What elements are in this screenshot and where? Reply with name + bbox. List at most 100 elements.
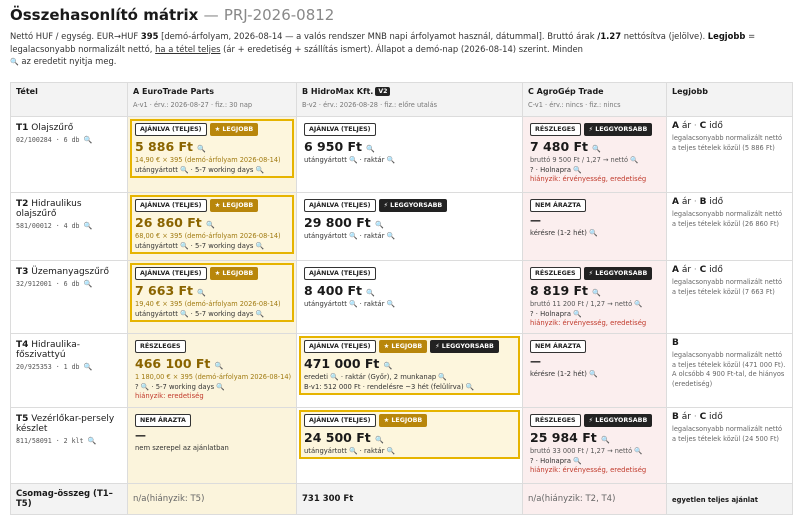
- offer-cell-b[interactable]: AJÁNLVA (TELJES) 8 400 Ft 🔍 utángyártott 🔍…: [296, 260, 523, 334]
- magnifier-icon[interactable]: 🔍: [592, 145, 601, 153]
- best-badge: ★ LEGJOBB: [209, 199, 259, 212]
- table-row: T4 Hidraulika-főszivattyú 20/925353 · 1 d…: [10, 333, 793, 408]
- magnifier-icon[interactable]: 🔍: [592, 289, 601, 297]
- magnifier-icon: 🔍: [10, 58, 19, 66]
- normalized-price: 7 480 Ft 🔍: [530, 139, 602, 154]
- offer-cell-a[interactable]: AJÁNLVA (TELJES) ★ LEGJOBB 26 860 Ft 🔍 68,0…: [127, 192, 297, 261]
- offer-detail-line: nem szerepel az ajánlatban: [135, 444, 229, 452]
- price-detail: 68,00 € × 395 (demó-árfolyam 2026-08-14): [135, 232, 281, 240]
- price-detail: bruttó 9 500 Ft / 1,27 → nettó 🔍: [530, 156, 639, 164]
- best-summary: B: [672, 338, 679, 348]
- best-summary: A ár · C idő: [672, 265, 723, 275]
- normalized-price: 471 000 Ft 🔍: [304, 356, 393, 371]
- magnifier-icon[interactable]: 🔍: [84, 280, 93, 288]
- status-badge: AJÁNLVA (TELJES): [304, 267, 376, 280]
- best-cell: A ár · C idő legalacsonyabb normalizált n…: [666, 116, 793, 193]
- magnifier-icon[interactable]: 🔍: [84, 136, 93, 144]
- package-total-b: 731 300 Ft: [302, 494, 354, 504]
- col-header-supplier-b[interactable]: B HidroMax Kft. V2 B-v2 · érv.: 2026-08-2…: [296, 82, 523, 117]
- magnifier-icon[interactable]: 🔍: [366, 289, 375, 297]
- missing-info-warning: hiányzik: érvényesség, eredetiség: [530, 175, 647, 183]
- no-price: —: [135, 429, 146, 442]
- best-badge: ★ LEGJOBB: [378, 340, 428, 353]
- offer-detail-line: kérésre (1-2 hét) 🔍: [530, 370, 598, 378]
- item-code: 02/100284 · 6 db 🔍: [16, 136, 93, 144]
- item-name: T5 Vezérlőkar-persely készlet: [16, 414, 115, 434]
- offer-cell-a[interactable]: RÉSZLEGES 466 100 Ft 🔍 1 180,00 € × 395 (d…: [127, 333, 297, 408]
- offer-box: NEM ÁRAZTA — kérésre (1-2 hét) 🔍: [525, 195, 664, 241]
- best-description: legalacsonyabb normalizált nettó a telje…: [672, 351, 786, 388]
- comparison-table: Tétel A EuroTrade Parts A-v1 · érv.: 202…: [10, 82, 793, 515]
- best-summary: B ár · C idő: [672, 412, 723, 422]
- best-description: legalacsonyabb normalizált nettó a telje…: [672, 210, 783, 228]
- offer-detail-line: utángyártott 🔍 · raktár 🔍: [304, 156, 396, 164]
- fastest-badge: ⚡ LEGGYORSABB: [583, 123, 653, 136]
- offer-cell-b[interactable]: AJÁNLVA (TELJES) ★ LEGJOBB 24 500 Ft 🔍 után…: [296, 407, 523, 484]
- badge-row: AJÁNLVA (TELJES) ⚡ LEGGYORSABB: [304, 199, 515, 212]
- magnifier-icon[interactable]: 🔍: [601, 436, 610, 444]
- offer-box: NEM ÁRAZTA — kérésre (1-2 hét) 🔍: [525, 336, 664, 382]
- offer-cell-c[interactable]: RÉSZLEGES ⚡ LEGGYORSABB 8 819 Ft 🔍 bruttó 1…: [522, 260, 667, 334]
- offer-box: AJÁNLVA (TELJES) ⚡ LEGGYORSABB 29 800 Ft 🔍…: [299, 195, 520, 244]
- offer-cell-b[interactable]: AJÁNLVA (TELJES) 6 950 Ft 🔍 utángyártott 🔍…: [296, 116, 523, 193]
- item-code: 32/912001 · 6 db 🔍: [16, 280, 93, 288]
- offer-detail-line: eredeti 🔍 · raktár (Győr), 2 munkanap 🔍: [304, 373, 447, 381]
- badge-row: AJÁNLVA (TELJES): [304, 123, 515, 136]
- item-cell: T2 Hidraulikus olajszűrő 581/00012 · 4 db…: [10, 192, 128, 261]
- normalized-price: 29 800 Ft 🔍: [304, 215, 384, 230]
- col-header-supplier-a[interactable]: A EuroTrade Parts A-v1 · érv.: 2026-08-2…: [127, 82, 297, 117]
- offer-cell-b[interactable]: AJÁNLVA (TELJES) ⚡ LEGGYORSABB 29 800 Ft 🔍…: [296, 192, 523, 261]
- offer-cell-a[interactable]: AJÁNLVA (TELJES) ★ LEGJOBB 7 663 Ft 🔍 19,40…: [127, 260, 297, 334]
- offer-cell-c[interactable]: RÉSZLEGES ⚡ LEGGYORSABB 25 984 Ft 🔍 bruttó …: [522, 407, 667, 484]
- offer-cell-c[interactable]: NEM ÁRAZTA — kérésre (1-2 hét) 🔍: [522, 192, 667, 261]
- offer-detail-line: utángyártott 🔍 · 5-7 working days 🔍: [135, 310, 265, 318]
- offer-box: RÉSZLEGES 466 100 Ft 🔍 1 180,00 € × 395 (d…: [130, 336, 294, 404]
- status-badge: AJÁNLVA (TELJES): [304, 199, 376, 212]
- offer-box: RÉSZLEGES ⚡ LEGGYORSABB 7 480 Ft 🔍 bruttó 9…: [525, 119, 664, 187]
- offer-cell-c[interactable]: RÉSZLEGES ⚡ LEGGYORSABB 7 480 Ft 🔍 bruttó 9…: [522, 116, 667, 193]
- best-cell: Blegalacsonyabb normalizált nettó a telj…: [666, 333, 793, 408]
- offer-detail-line: utángyártott 🔍 · raktár 🔍: [304, 232, 396, 240]
- magnifier-icon[interactable]: 🔍: [84, 363, 93, 371]
- badge-row: AJÁNLVA (TELJES) ★ LEGJOBB: [135, 199, 289, 212]
- best-badge: ★ LEGJOBB: [378, 414, 428, 427]
- status-badge: AJÁNLVA (TELJES): [135, 267, 207, 280]
- magnifier-icon[interactable]: 🔍: [84, 222, 93, 230]
- no-price: —: [530, 214, 541, 227]
- intro-text: Nettó HUF / egység. EUR→HUF 395 [demó-ár…: [10, 31, 756, 66]
- offer-box: AJÁNLVA (TELJES) 8 400 Ft 🔍 utángyártott 🔍…: [299, 263, 520, 312]
- badge-row: AJÁNLVA (TELJES) ★ LEGJOBB: [304, 414, 515, 427]
- magnifier-icon[interactable]: 🔍: [197, 289, 206, 297]
- magnifier-icon[interactable]: 🔍: [197, 145, 206, 153]
- magnifier-icon[interactable]: 🔍: [375, 221, 384, 229]
- badge-row: NEM ÁRAZTA: [530, 340, 659, 353]
- status-badge: RÉSZLEGES: [530, 414, 581, 427]
- version-badge: V2: [375, 87, 391, 96]
- col-header-supplier-c[interactable]: C AgroGép Trade C-v1 · érv.: nincs · fiz…: [522, 82, 667, 117]
- offer-detail-line: ? · Holnapra 🔍: [530, 166, 582, 174]
- status-badge: AJÁNLVA (TELJES): [304, 414, 376, 427]
- best-summary: A ár · B idő: [672, 197, 724, 207]
- item-name: T4 Hidraulika-főszivattyú: [16, 340, 80, 360]
- offer-cell-b[interactable]: AJÁNLVA (TELJES) ★ LEGJOBB ⚡ LEGGYORSABB 47…: [296, 333, 523, 408]
- status-badge: RÉSZLEGES: [530, 267, 581, 280]
- magnifier-icon[interactable]: 🔍: [206, 221, 215, 229]
- magnifier-icon[interactable]: 🔍: [384, 362, 393, 370]
- item-name: T1 Olajszűrő: [16, 123, 74, 133]
- offer-detail-line: B-v1: 512 000 Ft · rendelésre ~3 hét (fe…: [304, 383, 475, 391]
- best-badge: ★ LEGJOBB: [209, 267, 259, 280]
- status-badge: AJÁNLVA (TELJES): [304, 123, 376, 136]
- magnifier-icon[interactable]: 🔍: [215, 362, 224, 370]
- offer-detail-line: utángyártott 🔍 · 5-7 working days 🔍: [135, 242, 265, 250]
- normalized-price: 6 950 Ft 🔍: [304, 139, 376, 154]
- page-title: Összehasonlító mátrix — PRJ-2026-0812: [10, 6, 335, 24]
- magnifier-icon[interactable]: 🔍: [87, 437, 96, 445]
- offer-cell-a[interactable]: NEM ÁRAZTA — nem szerepel az ajánlatban: [127, 407, 297, 484]
- offer-cell-a[interactable]: AJÁNLVA (TELJES) ★ LEGJOBB 5 886 Ft 🔍 14,90…: [127, 116, 297, 193]
- badge-row: AJÁNLVA (TELJES) ★ LEGJOBB ⚡ LEGGYORSABB: [304, 340, 515, 353]
- magnifier-icon[interactable]: 🔍: [375, 436, 384, 444]
- magnifier-icon[interactable]: 🔍: [366, 145, 375, 153]
- offer-box: RÉSZLEGES ⚡ LEGGYORSABB 25 984 Ft 🔍 bruttó …: [525, 410, 664, 478]
- status-badge: RÉSZLEGES: [530, 123, 581, 136]
- offer-cell-c[interactable]: NEM ÁRAZTA — kérésre (1-2 hét) 🔍: [522, 333, 667, 408]
